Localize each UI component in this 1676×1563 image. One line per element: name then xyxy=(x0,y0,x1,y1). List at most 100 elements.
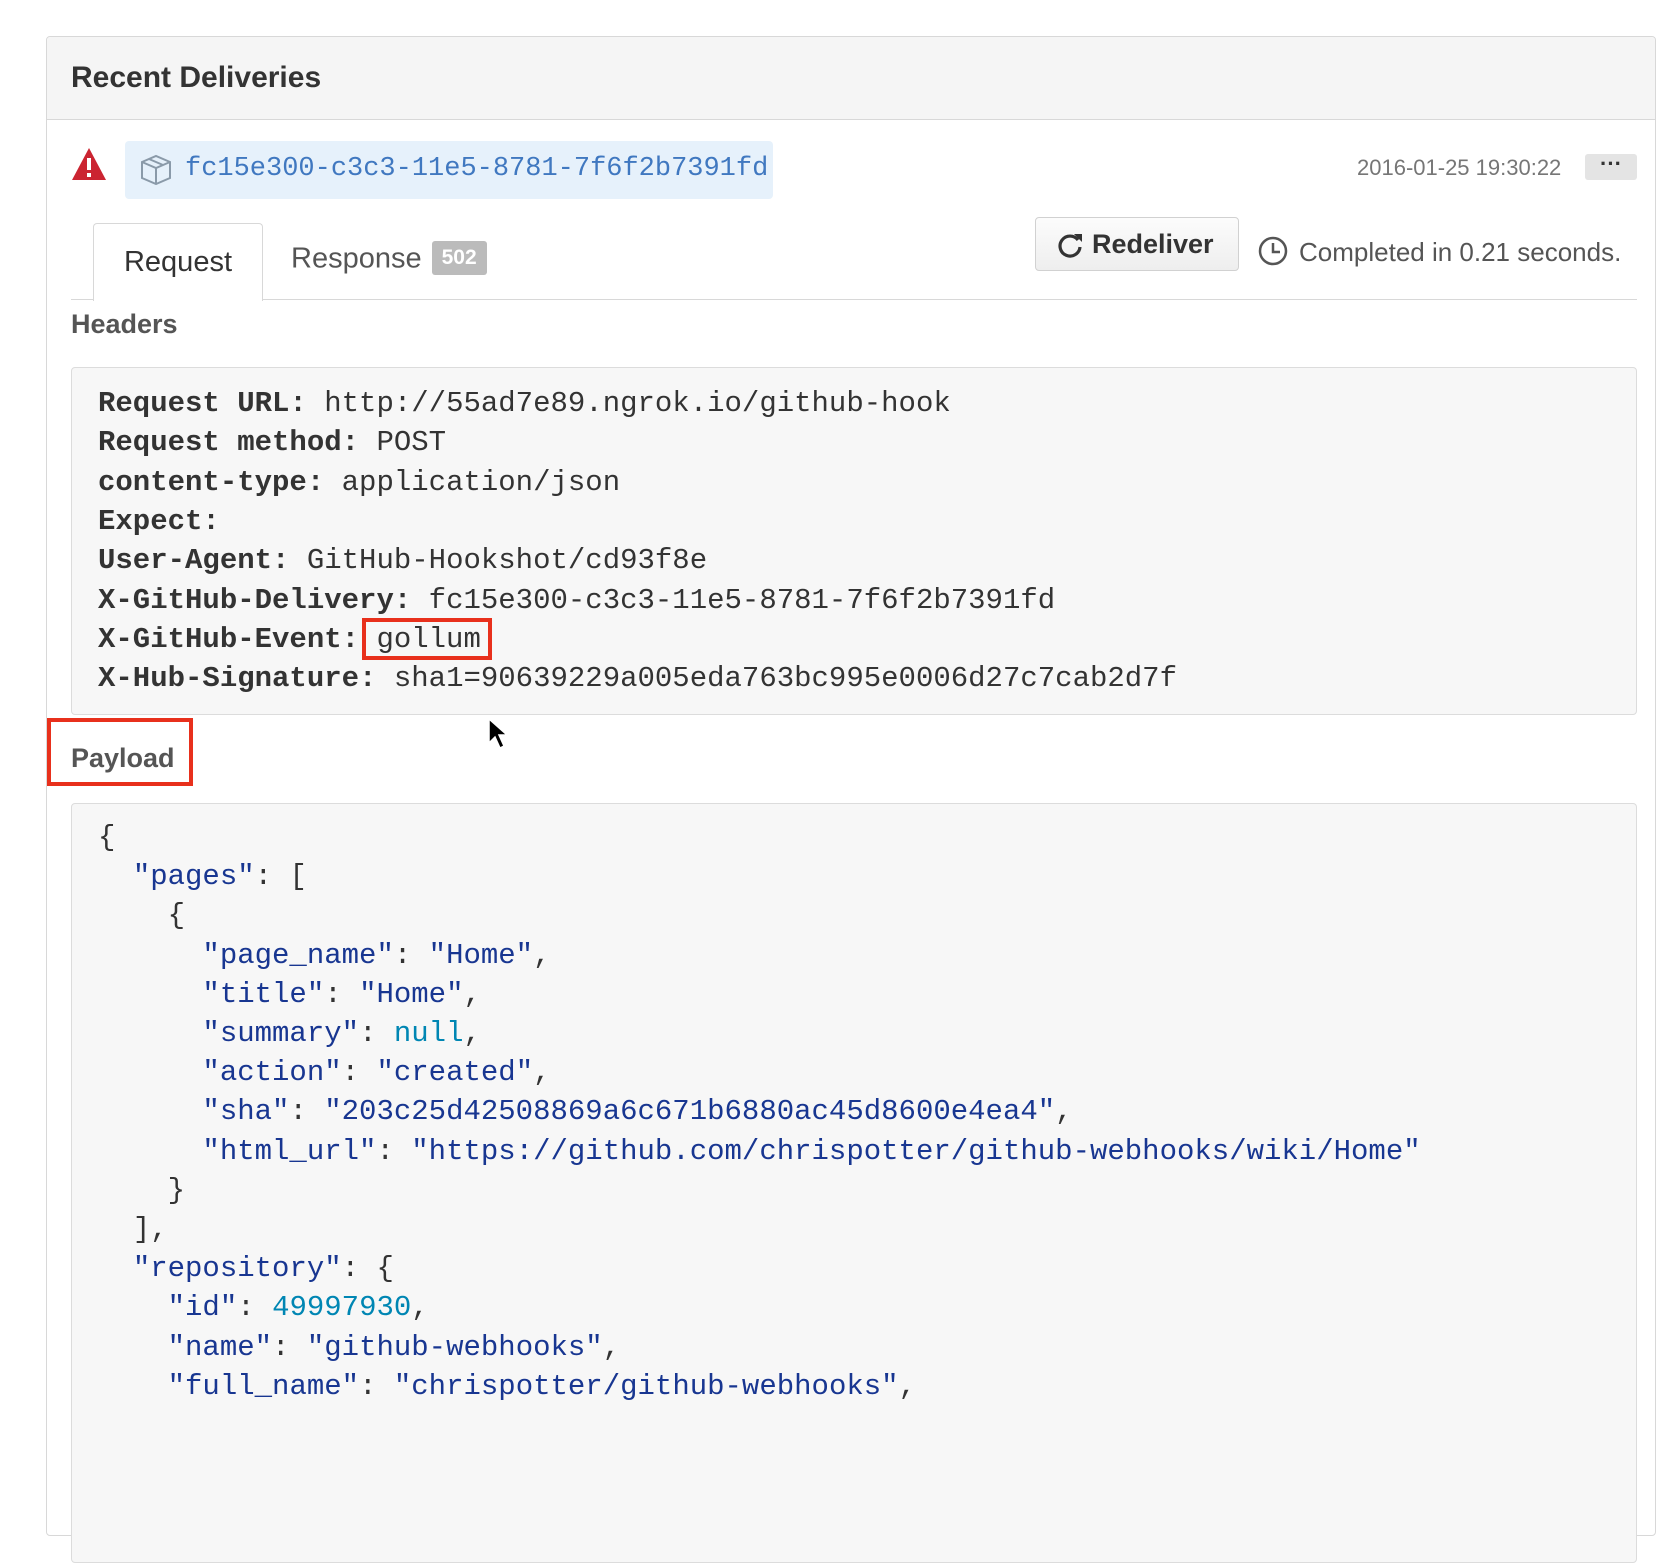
json-token: "full_name" xyxy=(167,1369,360,1403)
sync-icon xyxy=(1058,234,1082,258)
payload-line: "html_url": "https://github.com/chrispot… xyxy=(98,1134,1421,1170)
redeliver-button[interactable]: Redeliver xyxy=(1035,217,1239,271)
json-token: "created" xyxy=(376,1056,534,1090)
json-token: "repository" xyxy=(132,1252,342,1286)
json-token: : xyxy=(359,1017,394,1050)
json-token: : xyxy=(393,938,429,972)
header-key: Request method: xyxy=(98,426,360,460)
alert-icon xyxy=(72,148,106,180)
response-status-badge: 502 xyxy=(431,241,487,276)
tab-response-label: Response xyxy=(291,242,422,275)
delivery-timestamp: 2016-01-25 19:30:22 xyxy=(1357,155,1562,180)
payload-line: "id": 49997930, xyxy=(98,1290,429,1326)
json-token: "title" xyxy=(202,977,325,1011)
payload-line: "action": "created", xyxy=(98,1055,551,1091)
recent-deliveries-panel: Recent Deliveries fc15e300-c3c3-11e5-878… xyxy=(46,36,1656,1563)
header-key: Expect: xyxy=(98,504,220,538)
json-token: "html_url" xyxy=(202,1134,377,1168)
header-value: sha1=90639229a005eda763bc995e0006d27c7ca… xyxy=(376,662,1177,696)
json-token: "pages" xyxy=(132,860,255,894)
json-token: 49997930 xyxy=(272,1291,412,1325)
json-token: null xyxy=(393,1017,464,1050)
tabs-divider xyxy=(71,299,1637,300)
json-token: : xyxy=(272,1330,307,1364)
more-options-button[interactable]: ··· xyxy=(1585,153,1637,180)
header-line: X-Hub-Signature: sha1=90639229a005eda763… xyxy=(98,661,1177,697)
headers-box: Request URL: http://55ad7e89.ngrok.io/gi… xyxy=(71,367,1637,715)
payload-line: "name": "github-webhooks", xyxy=(98,1330,621,1366)
header-key: Request URL: xyxy=(98,387,307,420)
json-token: "action" xyxy=(202,1056,342,1090)
mouse-cursor-icon xyxy=(488,717,509,750)
header-key: content-type: xyxy=(98,465,325,499)
json-token: "page_name" xyxy=(202,938,394,972)
header-value: http://55ad7e89.ngrok.io/github-hook xyxy=(306,387,951,420)
tab-request[interactable]: Request xyxy=(93,223,263,301)
header-line: content-type: application/json xyxy=(98,465,620,501)
payload-line: "summary": null, xyxy=(98,1016,481,1052)
payload-line: "repository": { xyxy=(98,1251,394,1287)
json-token: , xyxy=(1055,1095,1073,1129)
headers-title: Headers xyxy=(71,309,178,339)
json-token: "summary" xyxy=(202,1017,360,1050)
json-token: : xyxy=(237,1291,273,1325)
json-token: , xyxy=(463,1017,481,1050)
json-token: "Home" xyxy=(359,977,464,1011)
header-value: POST xyxy=(359,426,447,460)
payload-line: "sha": "203c25d42508869a6c671b6880ac45d8… xyxy=(98,1094,1073,1130)
header-line: Request method: POST xyxy=(98,425,446,461)
payload-box: { "pages": [ { "page_name": "Home", "tit… xyxy=(71,803,1637,1563)
payload-line: "full_name": "chrispotter/github-webhook… xyxy=(98,1369,916,1405)
json-token: "https://github.com/chrispotter/github-w… xyxy=(411,1134,1421,1168)
header-line: User-Agent: GitHub-Hookshot/cd93f8e xyxy=(98,543,707,579)
header-value: fc15e300-c3c3-11e5-8781-7f6f2b7391fd xyxy=(411,583,1056,617)
header-key: User-Agent: xyxy=(98,544,290,578)
json-token: "name" xyxy=(167,1330,273,1364)
header-key: X-Hub-Signature: xyxy=(98,662,377,696)
json-token: "203c25d42508869a6c671b6880ac45d8600e4ea… xyxy=(324,1095,1056,1129)
header-key: X-GitHub-Event: xyxy=(98,622,360,656)
header-line: Request URL: http://55ad7e89.ngrok.io/gi… xyxy=(98,386,951,422)
package-icon xyxy=(141,154,171,185)
tab-response[interactable]: Response 502 xyxy=(291,227,487,287)
delivery-guid[interactable]: fc15e300-c3c3-11e5-8781-7f6f2b7391fd xyxy=(185,154,768,184)
json-token: { xyxy=(98,821,116,854)
json-token: : xyxy=(289,1095,325,1129)
json-token: , xyxy=(898,1369,916,1403)
json-token: "Home" xyxy=(428,938,534,972)
payload-line: "page_name": "Home", xyxy=(98,938,551,974)
header-line: X-GitHub-Delivery: fc15e300-c3c3-11e5-87… xyxy=(98,583,1055,619)
json-token: : xyxy=(359,1369,394,1403)
redeliver-label: Redeliver xyxy=(1092,229,1214,259)
json-token: ], xyxy=(132,1213,168,1246)
json-token: : xyxy=(324,977,360,1011)
payload-line: { xyxy=(98,898,185,934)
payload-line: "title": "Home", xyxy=(98,977,481,1013)
delivery-guid-link[interactable]: fc15e300-c3c3-11e5-8781-7f6f2b7391fd xyxy=(125,141,773,199)
clock-icon xyxy=(1258,236,1288,266)
json-token: , xyxy=(411,1291,429,1325)
payload-line: { xyxy=(98,820,115,856)
json-token: , xyxy=(602,1330,621,1364)
payload-line: } xyxy=(98,1173,185,1209)
json-token: } xyxy=(167,1173,186,1207)
completed-status: Completed in 0.21 seconds. xyxy=(1299,237,1622,267)
header-line: Expect: xyxy=(98,504,220,540)
json-token: : { xyxy=(341,1252,394,1286)
header-value: GitHub-Hookshot/cd93f8e xyxy=(289,544,708,578)
json-token: , xyxy=(533,938,551,972)
json-token: "id" xyxy=(167,1291,238,1325)
json-token: : xyxy=(341,1056,377,1090)
payload-highlight-box xyxy=(47,718,193,786)
json-token: : [ xyxy=(254,860,307,894)
header-key: X-GitHub-Delivery: xyxy=(98,583,412,617)
json-token: "chrispotter/github-webhooks" xyxy=(393,1369,899,1403)
json-token: , xyxy=(533,1056,551,1090)
panel-title: Recent Deliveries xyxy=(71,61,322,94)
panel-header: Recent Deliveries xyxy=(47,37,1655,120)
header-value: application/json xyxy=(324,465,621,499)
payload-line: "pages": [ xyxy=(98,859,307,895)
json-token: { xyxy=(167,899,186,933)
event-highlight-box xyxy=(362,618,492,660)
json-token: , xyxy=(463,977,481,1011)
